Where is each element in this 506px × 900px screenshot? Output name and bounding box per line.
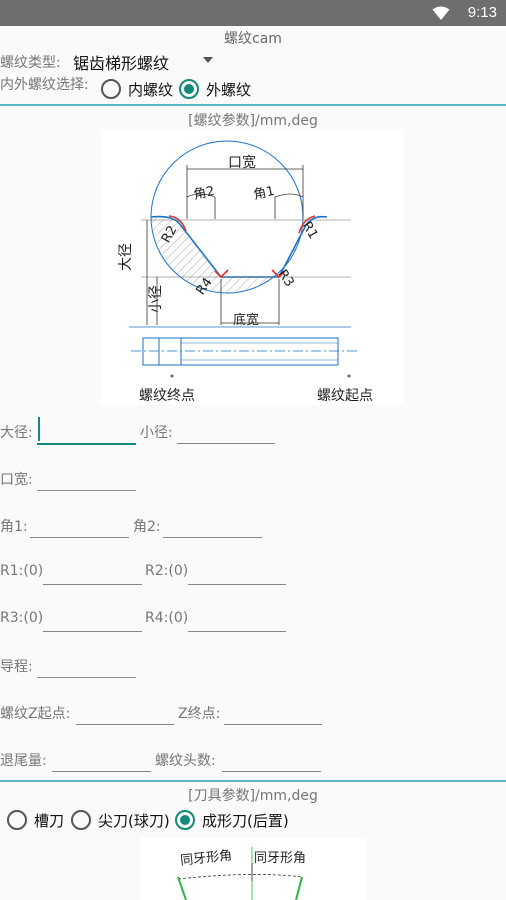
r2-input[interactable] xyxy=(188,555,286,587)
starts-underline xyxy=(222,771,321,772)
radio-inner-icon xyxy=(101,79,121,99)
radio-inner-label: 内螺纹 xyxy=(128,81,174,99)
mouth-width-input[interactable] xyxy=(37,461,136,493)
label-minor-diameter: 小径 xyxy=(148,285,164,313)
wifi-icon xyxy=(432,6,450,20)
thread-type-dropdown[interactable]: 锯齿梯形螺纹 xyxy=(70,47,220,73)
radio-groove-tool[interactable]: 槽刀 xyxy=(6,809,68,831)
tool-params-heading: [刀具参数]/mm,deg xyxy=(188,788,318,804)
label-mouth-width: 口宽 xyxy=(228,155,256,171)
r3-input[interactable] xyxy=(43,602,142,634)
text-cursor xyxy=(38,417,40,441)
r1-underline xyxy=(43,584,142,585)
r4-input[interactable] xyxy=(188,602,286,634)
z-start-underline xyxy=(76,724,174,725)
radio-point-tool[interactable]: 尖刀(球刀) xyxy=(70,809,174,831)
z-end-input[interactable] xyxy=(224,695,322,727)
label-right-profile-angle: 同牙形角 xyxy=(254,851,307,866)
angle1-label: 角1: xyxy=(0,519,28,535)
radio-groove-icon xyxy=(7,810,27,830)
retract-underline xyxy=(52,771,151,772)
z-start-label: 螺纹Z起点: xyxy=(0,706,71,722)
r4-underline xyxy=(188,631,286,632)
minor-dia-input[interactable] xyxy=(177,414,275,446)
angle1-input[interactable] xyxy=(30,508,129,540)
radio-point-label: 尖刀(球刀) xyxy=(98,812,170,830)
r4-label: R4:(0) xyxy=(145,610,189,626)
starts-label: 螺纹头数: xyxy=(155,753,216,769)
angle2-input[interactable] xyxy=(163,508,262,540)
mouth-width-label: 口宽: xyxy=(0,472,33,488)
label-bottom-width: 底宽 xyxy=(233,313,260,328)
divider xyxy=(0,104,506,106)
status-time: 9:13 xyxy=(467,4,497,21)
angle1-underline xyxy=(30,537,129,538)
radio-outer-thread[interactable]: 外螺纹 xyxy=(178,78,258,100)
r2-label: R2:(0) xyxy=(145,563,189,579)
minor-dia-label: 小径: xyxy=(140,425,173,441)
r2-underline xyxy=(188,584,286,585)
mouth-width-underline xyxy=(37,490,136,491)
retract-input[interactable] xyxy=(52,742,151,774)
inout-label: 内外螺纹选择: xyxy=(0,77,89,93)
radio-form-tool[interactable]: 成形刀(后置) xyxy=(174,809,294,831)
radio-form-label: 成形刀(后置) xyxy=(202,812,289,830)
radio-outer-icon xyxy=(179,79,199,99)
thread-params-heading: [螺纹参数]/mm,deg xyxy=(188,113,318,129)
chevron-down-icon xyxy=(203,57,213,63)
radio-groove-label: 槽刀 xyxy=(34,812,65,830)
r3-underline xyxy=(43,631,142,632)
thread-diagram: 口宽 角2 角1 R2 R1 R4 R3 大径 小径 底宽 螺纹终点 螺纹起点 xyxy=(101,129,404,405)
lead-label: 导程: xyxy=(0,659,33,675)
lead-input[interactable] xyxy=(37,648,136,680)
angle2-underline xyxy=(163,537,262,538)
z-end-label: Z终点: xyxy=(178,706,221,722)
thread-type-value: 锯齿梯形螺纹 xyxy=(73,54,170,73)
thread-type-label: 螺纹类型: xyxy=(0,55,61,71)
label-start-point: 螺纹起点 xyxy=(317,388,373,404)
starts-input[interactable] xyxy=(222,742,321,774)
status-bar: 9:13 xyxy=(0,0,506,26)
major-dia-underline xyxy=(37,443,136,445)
radio-point-icon xyxy=(71,810,91,830)
major-dia-label: 大径: xyxy=(0,425,33,441)
z-start-input[interactable] xyxy=(76,695,174,727)
r3-label: R3:(0) xyxy=(0,610,44,626)
angle2-label: 角2: xyxy=(133,519,161,535)
label-end-point: 螺纹终点 xyxy=(139,388,195,404)
label-major-diameter: 大径 xyxy=(118,243,134,271)
radio-form-icon xyxy=(175,810,195,830)
minor-dia-underline xyxy=(177,443,275,444)
radio-outer-label: 外螺纹 xyxy=(206,81,252,99)
app-title: 螺纹cam xyxy=(224,31,282,47)
major-dia-input[interactable] xyxy=(37,414,136,446)
retract-label: 退尾量: xyxy=(0,753,47,769)
divider xyxy=(0,780,506,782)
radio-inner-thread[interactable]: 内螺纹 xyxy=(100,78,178,100)
r1-label: R1:(0) xyxy=(0,563,44,579)
tool-diagram: 同牙形角 同牙形角 xyxy=(140,837,366,900)
lead-underline xyxy=(37,677,136,678)
r1-input[interactable] xyxy=(43,555,142,587)
z-end-underline xyxy=(224,724,322,725)
